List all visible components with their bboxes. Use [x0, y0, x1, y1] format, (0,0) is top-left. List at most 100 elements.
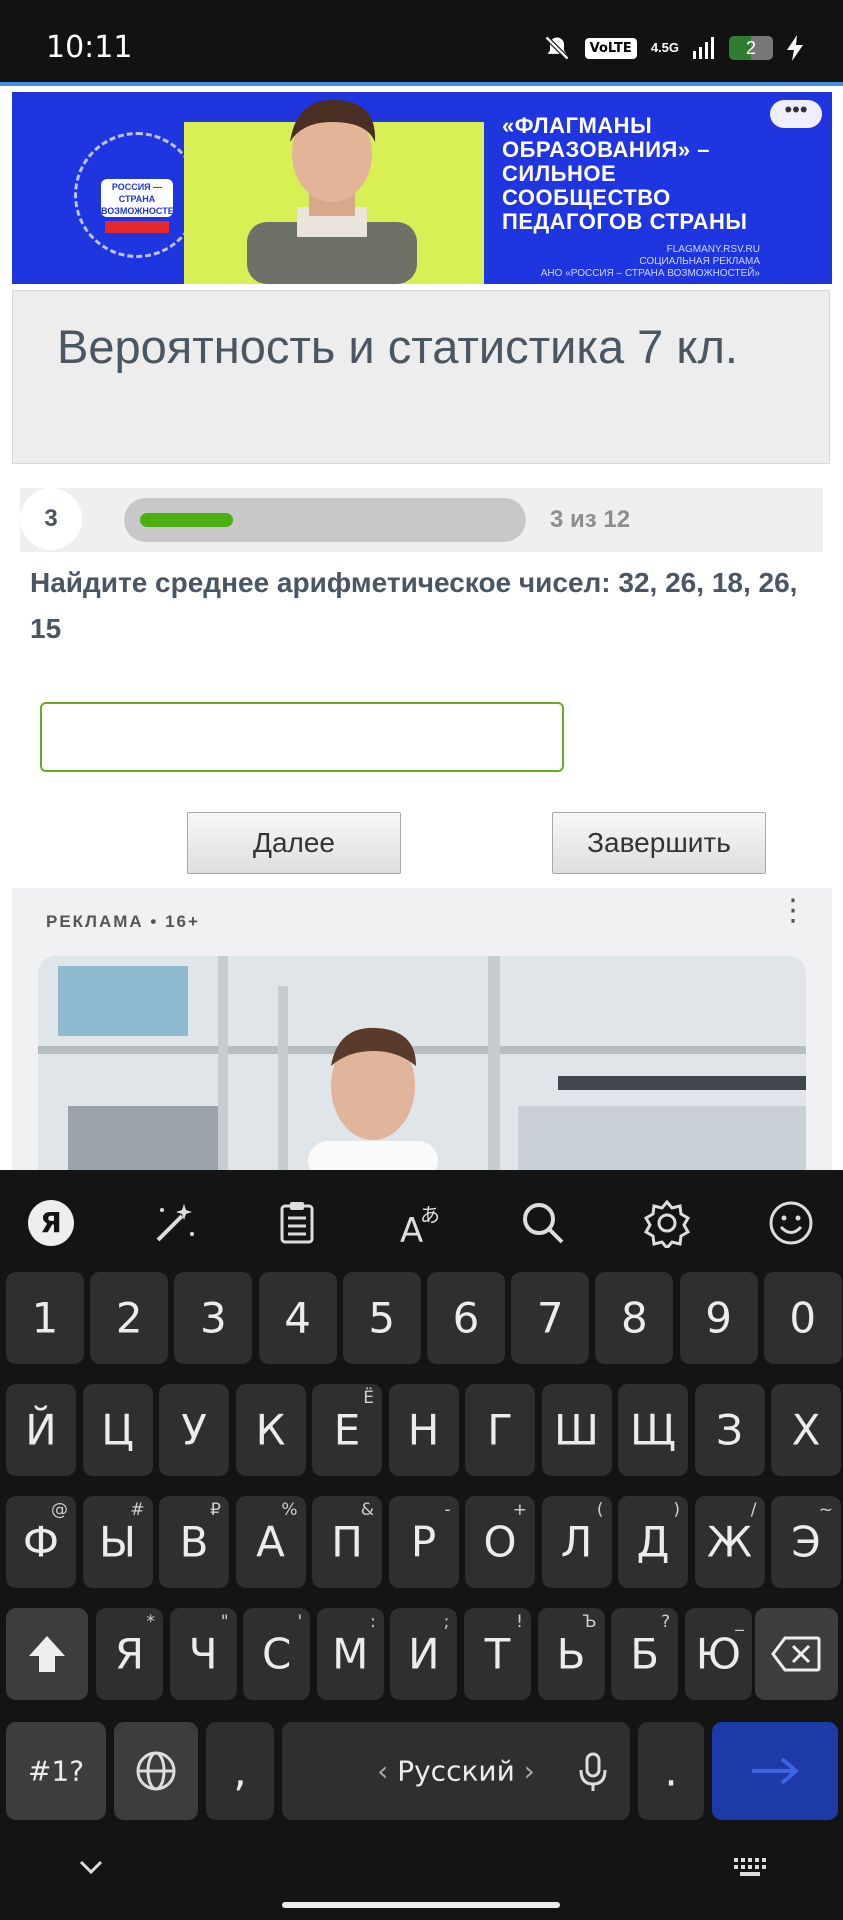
key-5[interactable]: 5 — [342, 1272, 421, 1364]
key-Ш[interactable]: Ш — [541, 1384, 612, 1476]
key-Е[interactable]: ЕЁ — [312, 1384, 382, 1476]
symbols-key[interactable]: #1? — [6, 1722, 106, 1820]
backspace-key[interactable] — [755, 1608, 838, 1700]
key-У[interactable]: У — [159, 1384, 229, 1476]
page-load-bar — [0, 82, 843, 86]
battery-indicator: 2 — [729, 36, 773, 60]
svg-text:Я: Я — [40, 1206, 62, 1239]
key-Я[interactable]: Я * — [96, 1608, 163, 1700]
key-П[interactable]: П & — [312, 1496, 382, 1588]
progress-fill — [140, 513, 233, 527]
key-4[interactable]: 4 — [258, 1272, 337, 1364]
banner-headline: «ФЛАГМАНЫ ОБРАЗОВАНИЯ» – СИЛЬНОЕ СООБЩЕС… — [502, 113, 748, 234]
quiz-progress: 3 3 из 12 — [20, 488, 823, 552]
question-number-badge: 3 — [20, 488, 82, 550]
next-button[interactable]: Далее — [187, 812, 401, 874]
key-3[interactable]: 3 — [174, 1272, 253, 1364]
microphone-icon[interactable] — [578, 1752, 608, 1792]
key-Б[interactable]: Б? — [611, 1608, 679, 1700]
clipboard-icon[interactable] — [272, 1198, 322, 1248]
key-0[interactable]: 0 — [763, 1272, 842, 1364]
key-Ю[interactable]: Ю _ — [684, 1608, 752, 1700]
key-В[interactable]: В ₽ — [159, 1496, 229, 1588]
key-Ы[interactable]: Ы # — [82, 1496, 153, 1588]
finish-button[interactable]: Завершить — [552, 812, 766, 874]
translate-icon[interactable]: Aあ — [396, 1198, 446, 1248]
ad-block[interactable]: РЕКЛАМА • 16+ ⋮ — [12, 888, 832, 1170]
answer-input[interactable] — [40, 702, 564, 772]
network-type: 4.5G — [650, 40, 679, 55]
yandex-icon[interactable]: Я — [26, 1198, 76, 1248]
key-Э[interactable]: Э ~ — [771, 1496, 841, 1588]
key-7[interactable]: 7 — [511, 1272, 590, 1364]
magic-wand-icon[interactable] — [150, 1198, 200, 1248]
key-М[interactable]: М: — [316, 1608, 384, 1700]
title-card: Вероятность и статистика 7 кл. — [12, 290, 830, 464]
banner-ad[interactable]: РОССИЯ — СТРАНА ВОЗМОЖНОСТЕЙ «ФЛАГМАНЫ О… — [12, 92, 832, 284]
charging-icon — [787, 35, 803, 61]
key-Ц[interactable]: Ц — [82, 1384, 153, 1476]
search-icon[interactable] — [518, 1198, 568, 1248]
mute-bell-icon — [544, 35, 569, 61]
svg-text:あ: あ — [420, 1203, 440, 1227]
clock: 10:11 — [46, 30, 133, 65]
key-Ь[interactable]: ЬЪ — [537, 1608, 605, 1700]
key-З[interactable]: З — [694, 1384, 765, 1476]
key-И[interactable]: И; — [390, 1608, 458, 1700]
status-bar: 10:11 VoLTE 4.5G 2 — [0, 0, 843, 82]
enter-key[interactable] — [712, 1722, 838, 1820]
ad-image[interactable] — [38, 956, 806, 1170]
flagmany-logo: РОССИЯ — СТРАНА ВОЗМОЖНОСТЕЙ — [74, 132, 200, 258]
key-Т[interactable]: Т! — [464, 1608, 531, 1700]
key-К[interactable]: К — [235, 1384, 306, 1476]
key-Г[interactable]: Г — [465, 1384, 535, 1476]
settings-icon[interactable] — [642, 1198, 692, 1248]
key-6[interactable]: 6 — [427, 1272, 505, 1364]
key-2[interactable]: 2 — [90, 1272, 169, 1364]
key-Д[interactable]: Д) — [618, 1496, 688, 1588]
key-Ж[interactable]: Ж / — [694, 1496, 765, 1588]
key-Ф[interactable]: Ф @ — [6, 1496, 76, 1588]
comma-key[interactable]: , — [206, 1722, 274, 1820]
key-8[interactable]: 8 — [595, 1272, 674, 1364]
banner-person-image — [247, 99, 417, 284]
key-Ч[interactable]: Ч " — [169, 1608, 237, 1700]
space-key[interactable]: ‹ Русский › — [282, 1722, 630, 1820]
key-Х[interactable]: Х — [771, 1384, 841, 1476]
hide-keyboard-icon[interactable] — [78, 1858, 104, 1876]
emoji-icon[interactable] — [766, 1198, 816, 1248]
key-Н[interactable]: Н — [388, 1384, 459, 1476]
banner-footer: FLAGMANY.RSV.RU СОЦИАЛЬНАЯ РЕКЛАМА АНО «… — [540, 244, 760, 279]
key-1[interactable]: 1 — [6, 1272, 84, 1364]
shift-arrow-icon — [29, 1636, 65, 1672]
page-title: Вероятность и статистика 7 кл. — [57, 320, 738, 373]
arrow-right-icon — [752, 1757, 800, 1785]
logo-text: РОССИЯ — СТРАНА ВОЗМОЖНОСТЕЙ — [101, 179, 180, 217]
key-С[interactable]: С ' — [243, 1608, 311, 1700]
question-text: Найдите среднее арифметическое чисел: 32… — [30, 567, 798, 644]
language-key[interactable] — [114, 1722, 198, 1820]
key-Л[interactable]: Л( — [541, 1496, 612, 1588]
ad-label: РЕКЛАМА • 16+ — [46, 912, 200, 931]
space-label: Русский — [397, 1754, 515, 1788]
signal-icon — [693, 37, 714, 59]
key-О[interactable]: О + — [465, 1496, 535, 1588]
key-Щ[interactable]: Щ — [618, 1384, 688, 1476]
banner-more-button[interactable]: ••• — [770, 99, 822, 128]
keyboard-toolbar: Я Aあ — [0, 1170, 843, 1270]
onscreen-keyboard: Я Aあ 1 2 3 4 5 6 7 8 9 0 Й Ц У К Е Ё Н Г Ш Щ З Х Ф @ Ы # В ₽ А% П & Р - О… — [0, 1170, 843, 1920]
status-icons: VoLTE 4.5G 2 — [543, 34, 803, 62]
backspace-icon — [771, 1636, 821, 1672]
progress-count: 3 из 12 — [550, 506, 631, 533]
globe-icon — [136, 1751, 176, 1791]
shift-key[interactable] — [6, 1608, 88, 1700]
ad-menu-button[interactable]: ⋮ — [778, 896, 808, 926]
progress-track — [124, 498, 526, 542]
period-key[interactable]: . — [638, 1722, 704, 1820]
key-Й[interactable]: Й — [6, 1384, 76, 1476]
key-9[interactable]: 9 — [679, 1272, 758, 1364]
key-Р[interactable]: Р- — [388, 1496, 459, 1588]
key-А[interactable]: А% — [235, 1496, 306, 1588]
keyboard-switch-icon[interactable] — [732, 1856, 768, 1878]
home-indicator[interactable] — [282, 1902, 560, 1908]
